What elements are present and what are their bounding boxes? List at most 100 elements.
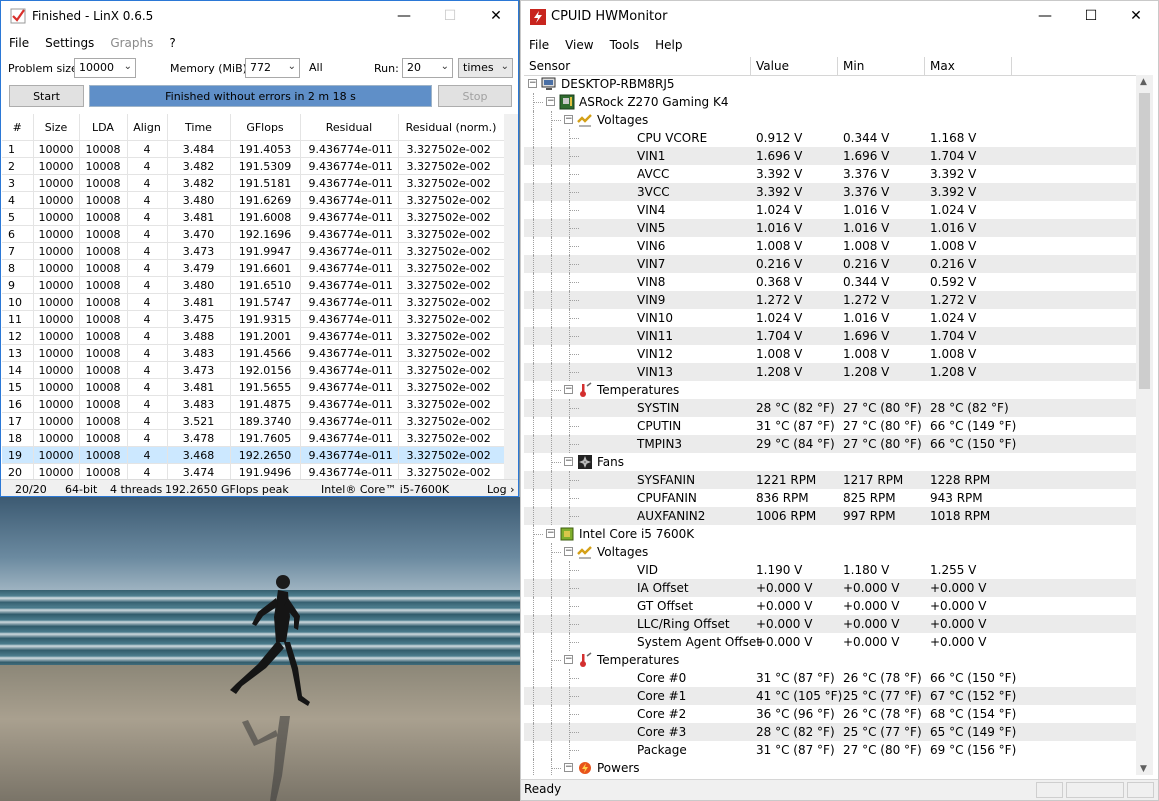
table-row[interactable]: 16 10000 10008 4 3.483 191.4875 9.436774e-011 3… xyxy=(2,395,504,413)
maximize-button[interactable]: ☐ xyxy=(1068,1,1114,31)
sensor-row[interactable]: VID 1.190 V 1.180 V 1.255 V xyxy=(524,561,1136,579)
table-row[interactable]: 14 10000 10008 4 3.473 192.0156 9.436774e-011 3… xyxy=(2,361,504,379)
column-value[interactable]: Value xyxy=(751,57,838,75)
menu-tools[interactable]: Tools xyxy=(602,38,648,52)
sensor-row[interactable]: VIN10 1.024 V 1.016 V 1.024 V xyxy=(524,309,1136,327)
table-row[interactable]: 17 10000 10008 4 3.521 189.3740 9.436774e-011 3… xyxy=(2,412,504,430)
column-header[interactable]: Size xyxy=(33,114,80,141)
maximize-button[interactable]: ☐ xyxy=(427,1,473,31)
scroll-up-icon[interactable]: ▲ xyxy=(1140,77,1147,87)
column-header[interactable]: GFlops xyxy=(230,114,301,141)
device-node[interactable]: − Intel Core i5 7600K xyxy=(524,525,1136,543)
sensor-row[interactable]: Core #1 41 °C (105 °F) 25 °C (77 °F) 67 °C … xyxy=(524,687,1136,705)
group-node[interactable]: − Voltages xyxy=(524,111,1136,129)
table-row[interactable]: 13 10000 10008 4 3.483 191.4566 9.436774e-011 3… xyxy=(2,344,504,362)
group-node[interactable]: − Voltages xyxy=(524,543,1136,561)
sensor-row[interactable]: 3VCC 3.392 V 3.376 V 3.392 V xyxy=(524,183,1136,201)
table-row[interactable]: 12 10000 10008 4 3.488 191.2001 9.436774e-011 3… xyxy=(2,327,504,345)
minimize-button[interactable]: — xyxy=(381,1,427,31)
sensor-row[interactable]: Core #3 28 °C (82 °F) 25 °C (77 °F) 65 °C (… xyxy=(524,723,1136,741)
log-button[interactable]: Log › xyxy=(487,483,515,496)
sensor-row[interactable]: GT Offset +0.000 V +0.000 V +0.000 V xyxy=(524,597,1136,615)
sensor-row[interactable]: VIN1 1.696 V 1.696 V 1.704 V xyxy=(524,147,1136,165)
menu-view[interactable]: View xyxy=(557,38,601,52)
table-row[interactable]: 6 10000 10008 4 3.470 192.1696 9.436774e-011 3.… xyxy=(2,225,504,243)
hwm-titlebar[interactable]: CPUID HWMonitor — ☐ ✕ xyxy=(521,1,1158,31)
menu-file[interactable]: File xyxy=(1,36,37,50)
scrollbar-thumb[interactable] xyxy=(1139,93,1150,389)
collapse-toggle-icon[interactable]: − xyxy=(528,79,537,88)
sensor-row[interactable]: Core #2 36 °C (96 °F) 26 °C (78 °F) 68 °C (… xyxy=(524,705,1136,723)
collapse-toggle-icon[interactable]: − xyxy=(564,763,573,772)
sensor-row[interactable]: Package 31 °C (87 °F) 27 °C (80 °F) 69 °C (… xyxy=(524,741,1136,759)
group-node[interactable]: − Powers xyxy=(524,759,1136,775)
column-header[interactable]: Residual (norm.) xyxy=(398,114,504,141)
group-node[interactable]: − Temperatures xyxy=(524,651,1136,669)
table-row[interactable]: 1 10000 10008 4 3.484 191.4053 9.436774e-011 3.… xyxy=(2,140,504,158)
collapse-toggle-icon[interactable]: − xyxy=(564,457,573,466)
sensor-row[interactable]: CPUTIN 31 °C (87 °F) 27 °C (80 °F) 66 °C (1… xyxy=(524,417,1136,435)
table-row[interactable]: 15 10000 10008 4 3.481 191.5655 9.436774e-011 3… xyxy=(2,378,504,396)
table-row[interactable]: 7 10000 10008 4 3.473 191.9947 9.436774e-011 3.… xyxy=(2,242,504,260)
sensor-row[interactable]: IA Offset +0.000 V +0.000 V +0.000 V xyxy=(524,579,1136,597)
collapse-toggle-icon[interactable]: − xyxy=(564,547,573,556)
table-row[interactable]: 20 10000 10008 4 3.474 191.9496 9.436774e-011 3… xyxy=(2,463,504,479)
sensor-row[interactable]: TMPIN3 29 °C (84 °F) 27 °C (80 °F) 66 °C (1… xyxy=(524,435,1136,453)
collapse-toggle-icon[interactable]: − xyxy=(564,655,573,664)
memory-select[interactable]: 772 ⌄ xyxy=(245,58,300,78)
menu-settings[interactable]: Settings xyxy=(37,36,102,50)
memory-all-button[interactable]: All xyxy=(309,61,323,74)
group-node[interactable]: − Fans xyxy=(524,453,1136,471)
sensor-row[interactable]: CPUFANIN 836 RPM 825 RPM 943 RPM xyxy=(524,489,1136,507)
column-header[interactable]: Align xyxy=(127,114,168,141)
menu-help[interactable]: ? xyxy=(161,36,183,50)
column-sensor[interactable]: Sensor xyxy=(524,57,751,75)
group-node[interactable]: − Temperatures xyxy=(524,381,1136,399)
collapse-toggle-icon[interactable]: − xyxy=(546,529,555,538)
run-unit-select[interactable]: times ⌄ xyxy=(458,58,513,78)
sensor-row[interactable]: Core #0 31 °C (87 °F) 26 °C (78 °F) 66 °C (… xyxy=(524,669,1136,687)
sensor-row[interactable]: VIN4 1.024 V 1.016 V 1.024 V xyxy=(524,201,1136,219)
table-row[interactable]: 8 10000 10008 4 3.479 191.6601 9.436774e-011 3.… xyxy=(2,259,504,277)
minimize-button[interactable]: — xyxy=(1022,1,1068,31)
sensor-row[interactable]: System Agent Offset +0.000 V +0.000 V +0.00… xyxy=(524,633,1136,651)
sensor-row[interactable]: VIN8 0.368 V 0.344 V 0.592 V xyxy=(524,273,1136,291)
collapse-toggle-icon[interactable]: − xyxy=(564,385,573,394)
column-header[interactable]: LDA xyxy=(79,114,128,141)
linx-titlebar[interactable]: Finished - LinX 0.6.5 — ☐ ✕ xyxy=(1,1,518,31)
sensor-row[interactable]: VIN12 1.008 V 1.008 V 1.008 V xyxy=(524,345,1136,363)
table-row[interactable]: 4 10000 10008 4 3.480 191.6269 9.436774e-011 3.… xyxy=(2,191,504,209)
sensor-row[interactable]: VIN11 1.704 V 1.696 V 1.704 V xyxy=(524,327,1136,345)
sensor-row[interactable]: AVCC 3.392 V 3.376 V 3.392 V xyxy=(524,165,1136,183)
column-max[interactable]: Max xyxy=(925,57,1012,75)
column-min[interactable]: Min xyxy=(838,57,925,75)
start-button[interactable]: Start xyxy=(9,85,84,107)
table-row[interactable]: 11 10000 10008 4 3.475 191.9315 9.436774e-011 3… xyxy=(2,310,504,328)
run-count-select[interactable]: 20 ⌄ xyxy=(402,58,453,78)
sensor-row[interactable]: VIN13 1.208 V 1.208 V 1.208 V xyxy=(524,363,1136,381)
sensor-row[interactable]: VIN7 0.216 V 0.216 V 0.216 V xyxy=(524,255,1136,273)
menu-graphs[interactable]: Graphs xyxy=(102,36,161,50)
sensor-row[interactable]: SYSFANIN 1221 RPM 1217 RPM 1228 RPM xyxy=(524,471,1136,489)
table-row[interactable]: 18 10000 10008 4 3.478 191.7605 9.436774e-011 3… xyxy=(2,429,504,447)
collapse-toggle-icon[interactable]: − xyxy=(564,115,573,124)
table-row[interactable]: 3 10000 10008 4 3.482 191.5181 9.436774e-011 3.… xyxy=(2,174,504,192)
device-node[interactable]: − ASRock Z270 Gaming K4 xyxy=(524,93,1136,111)
menu-help[interactable]: Help xyxy=(647,38,690,52)
sensor-row[interactable]: LLC/Ring Offset +0.000 V +0.000 V +0.000 V xyxy=(524,615,1136,633)
column-header[interactable]: Time xyxy=(167,114,231,141)
table-row[interactable]: 9 10000 10008 4 3.480 191.6510 9.436774e-011 3.… xyxy=(2,276,504,294)
sensor-row[interactable]: VIN5 1.016 V 1.016 V 1.016 V xyxy=(524,219,1136,237)
sensor-row[interactable]: AUXFANIN2 1006 RPM 997 RPM 1018 RPM xyxy=(524,507,1136,525)
menu-file[interactable]: File xyxy=(521,38,557,52)
table-row[interactable]: 2 10000 10008 4 3.482 191.5309 9.436774e-011 3.… xyxy=(2,157,504,175)
table-row[interactable]: 19 10000 10008 4 3.468 192.2650 9.436774e-011 3… xyxy=(2,446,504,464)
root-node[interactable]: − DESKTOP-RBM8RJ5 xyxy=(524,75,1136,93)
problem-size-select[interactable]: 10000 ⌄ xyxy=(74,58,136,78)
column-header[interactable]: # xyxy=(2,114,34,141)
collapse-toggle-icon[interactable]: − xyxy=(546,97,555,106)
sensor-row[interactable]: VIN9 1.272 V 1.272 V 1.272 V xyxy=(524,291,1136,309)
scroll-down-icon[interactable]: ▼ xyxy=(1140,764,1147,774)
results-scrollbar[interactable] xyxy=(504,114,518,479)
close-button[interactable]: ✕ xyxy=(1113,1,1158,31)
